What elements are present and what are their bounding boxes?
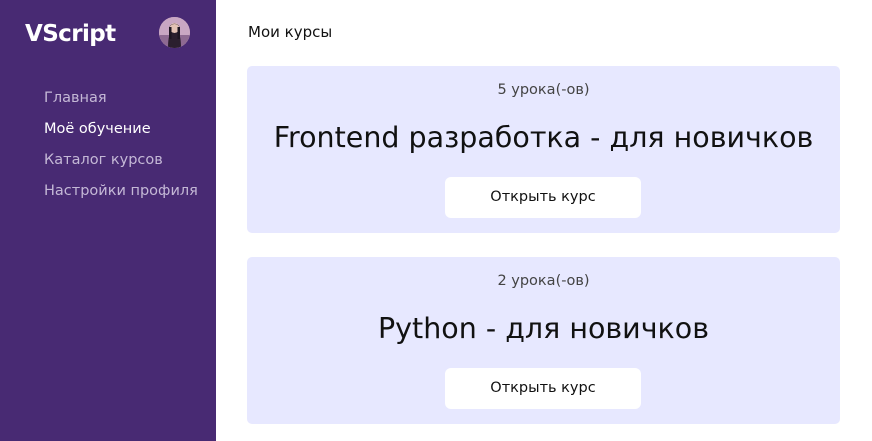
sidebar-item-my-learning[interactable]: Моё обучение bbox=[44, 118, 198, 149]
sidebar-item-profile-settings[interactable]: Настройки профиля bbox=[44, 180, 198, 211]
avatar[interactable] bbox=[159, 17, 190, 48]
course-title: Python - для новичков bbox=[378, 312, 709, 345]
sidebar-item-home[interactable]: Главная bbox=[44, 87, 198, 118]
page-title: Мои курсы bbox=[248, 23, 333, 41]
open-course-button[interactable]: Открыть курс bbox=[445, 177, 641, 218]
sidebar-nav: Главная Моё обучение Каталог курсов Наст… bbox=[44, 87, 198, 211]
avatar-image bbox=[159, 17, 190, 48]
course-title: Frontend разработка - для новичков bbox=[273, 121, 814, 154]
lesson-count: 2 урока(-ов) bbox=[497, 273, 590, 289]
logo[interactable]: VScript bbox=[25, 19, 116, 49]
sidebar: VScript Главная Моё обучение Каталог кур… bbox=[0, 0, 216, 441]
course-card: 2 урока(-ов) Python - для новичков Откры… bbox=[247, 257, 840, 424]
app: VScript Главная Моё обучение Каталог кур… bbox=[0, 0, 872, 441]
open-course-button[interactable]: Открыть курс bbox=[445, 368, 641, 409]
sidebar-item-course-catalog[interactable]: Каталог курсов bbox=[44, 149, 198, 180]
course-card: 5 урока(-ов) Frontend разработка - для н… bbox=[247, 66, 840, 233]
lesson-count: 5 урока(-ов) bbox=[497, 82, 590, 98]
